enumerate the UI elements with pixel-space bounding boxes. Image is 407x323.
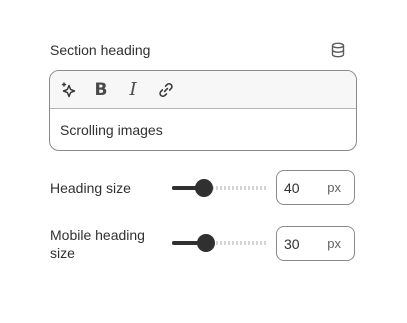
heading-size-unit: px	[327, 180, 341, 195]
heading-size-label: Heading size	[50, 180, 131, 196]
mobile-heading-size-slider[interactable]	[172, 233, 268, 253]
bold-button[interactable]: B	[91, 80, 111, 100]
slider-thumb[interactable]	[197, 234, 215, 252]
mobile-heading-size-unit: px	[327, 236, 341, 251]
heading-size-input[interactable]	[284, 179, 318, 197]
section-heading-settings: Section heading B I Scrolling images Hea…	[0, 0, 407, 323]
sparkle-icon[interactable]	[59, 80, 79, 100]
editor-toolbar: B I	[50, 71, 356, 109]
database-icon[interactable]	[330, 42, 346, 58]
editor-content[interactable]: Scrolling images	[60, 121, 163, 139]
heading-size-field[interactable]: px	[276, 170, 355, 205]
link-icon[interactable]	[156, 80, 176, 100]
italic-button[interactable]: I	[123, 80, 143, 100]
rich-text-editor: B I Scrolling images	[49, 70, 357, 151]
heading-size-slider[interactable]	[172, 178, 268, 198]
mobile-heading-size-label-line2: size	[50, 245, 75, 261]
mobile-heading-size-field[interactable]: px	[276, 226, 355, 261]
slider-thumb[interactable]	[195, 179, 213, 197]
mobile-heading-size-label-line1: Mobile heading	[50, 227, 145, 243]
section-heading-label: Section heading	[50, 42, 151, 58]
mobile-heading-size-input[interactable]	[284, 235, 318, 253]
